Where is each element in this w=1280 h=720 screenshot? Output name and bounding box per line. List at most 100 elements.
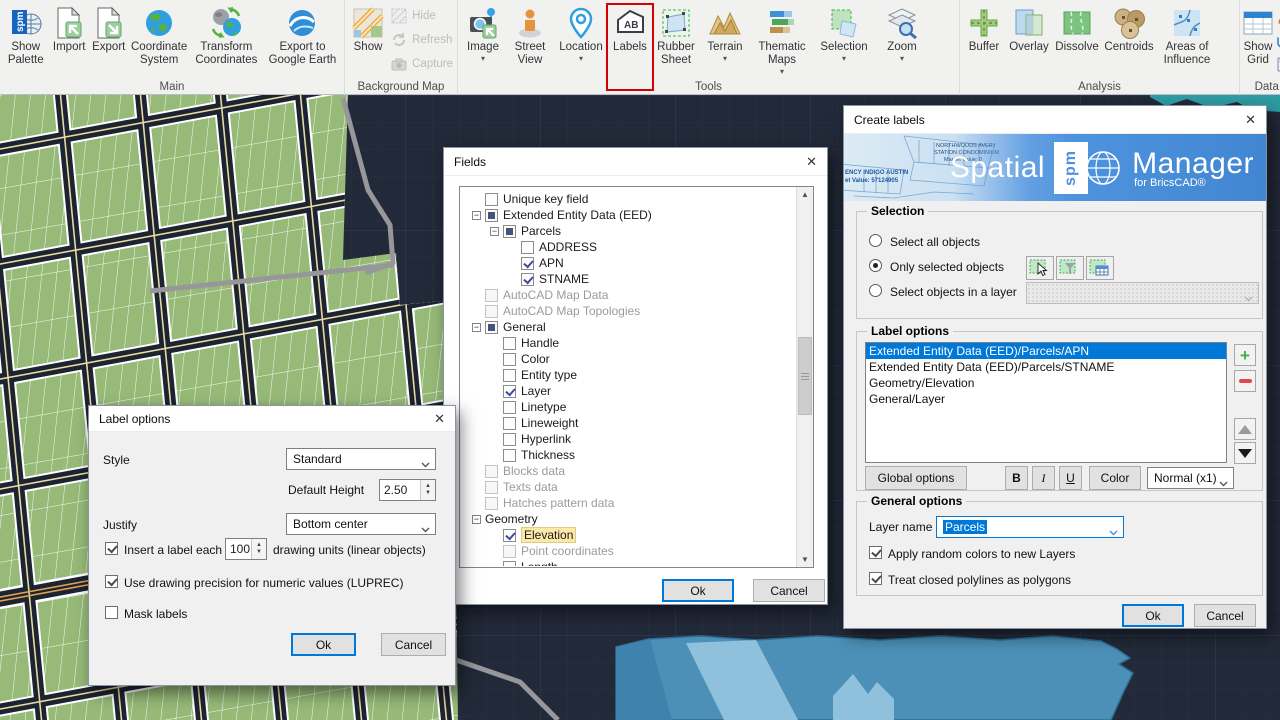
- refresh-background-button[interactable]: Refresh: [389, 28, 455, 52]
- export-google-earth-button[interactable]: Export to Google Earth: [263, 0, 342, 78]
- mask-labels-checkbox[interactable]: [105, 606, 118, 619]
- tree-checkbox[interactable]: [503, 401, 516, 414]
- tree-item[interactable]: Handle: [462, 335, 795, 351]
- close-icon[interactable]: ✕: [791, 154, 817, 170]
- move-down-button[interactable]: [1234, 442, 1256, 464]
- buffer-button[interactable]: Buffer: [962, 0, 1006, 78]
- cancel-button[interactable]: Cancel: [1194, 604, 1256, 627]
- random-colors-checkbox[interactable]: [869, 546, 882, 559]
- tree-item[interactable]: −Extended Entity Data (EED): [462, 207, 795, 223]
- coordinate-system-button[interactable]: Coordinate System: [129, 0, 190, 78]
- tree-item[interactable]: Thickness: [462, 447, 795, 463]
- tree-item[interactable]: Linetype: [462, 399, 795, 415]
- collapse-icon[interactable]: −: [472, 323, 481, 332]
- move-up-button[interactable]: [1234, 418, 1256, 440]
- tree-checkbox[interactable]: [503, 545, 516, 558]
- bold-button[interactable]: B: [1005, 466, 1028, 490]
- location-button[interactable]: Location ▾: [554, 0, 608, 78]
- tree-checkbox[interactable]: [521, 273, 534, 286]
- remove-label-button[interactable]: [1234, 370, 1256, 392]
- import-button[interactable]: Import: [49, 0, 89, 78]
- collapse-icon[interactable]: −: [472, 515, 481, 524]
- close-icon[interactable]: ✕: [419, 411, 445, 427]
- collapse-icon[interactable]: −: [490, 227, 499, 236]
- calculate-data-button[interactable]: C: [1274, 52, 1280, 76]
- filter-objects-button[interactable]: [1056, 256, 1084, 280]
- label-options-titlebar[interactable]: Label options ✕: [89, 406, 455, 432]
- default-height-input[interactable]: 2.50 ▲▼: [379, 479, 436, 501]
- transform-coordinates-button[interactable]: Transform Coordinates: [190, 0, 263, 78]
- terrain-button[interactable]: Terrain ▾: [700, 0, 750, 78]
- scroll-up-icon[interactable]: ▲: [797, 187, 813, 202]
- tree-checkbox[interactable]: [503, 417, 516, 430]
- insert-label-checkbox[interactable]: [105, 542, 118, 555]
- vertical-scrollbar[interactable]: ▲ ▼: [796, 187, 813, 567]
- thematic-maps-button[interactable]: Thematic Maps ▾: [750, 0, 814, 78]
- edit-data-button[interactable]: [1274, 4, 1280, 28]
- rubber-sheet-button[interactable]: Rubber Sheet: [652, 0, 700, 78]
- layer-name-input[interactable]: Parcels: [936, 516, 1124, 538]
- tree-checkbox[interactable]: [485, 481, 498, 494]
- export-button[interactable]: Export: [89, 0, 129, 78]
- tree-checkbox[interactable]: [503, 385, 516, 398]
- show-grid-button[interactable]: Show Grid: [1242, 0, 1274, 78]
- cancel-button[interactable]: Cancel: [753, 579, 825, 602]
- ok-button[interactable]: Ok: [291, 633, 356, 656]
- areas-of-influence-button[interactable]: Areas of Influence: [1156, 0, 1218, 78]
- text-scale-select[interactable]: Normal (x1): [1147, 467, 1234, 489]
- ok-button[interactable]: Ok: [662, 579, 734, 602]
- add-label-button[interactable]: +: [1234, 344, 1256, 366]
- ok-button[interactable]: Ok: [1122, 604, 1184, 627]
- closed-polylines-checkbox[interactable]: [869, 572, 882, 585]
- tree-checkbox[interactable]: [503, 433, 516, 446]
- dissolve-button[interactable]: Dissolve: [1052, 0, 1102, 78]
- label-field-item[interactable]: Extended Entity Data (EED)/Parcels/STNAM…: [866, 359, 1226, 375]
- tree-checkbox[interactable]: [503, 225, 516, 238]
- tree-item[interactable]: Blocks data: [462, 463, 795, 479]
- pick-objects-button[interactable]: [1026, 256, 1054, 280]
- tree-item[interactable]: Unique key field: [462, 191, 795, 207]
- hide-background-button[interactable]: Hide: [389, 4, 455, 28]
- label-field-item[interactable]: General/Layer: [866, 391, 1226, 407]
- create-labels-titlebar[interactable]: Create labels ✕: [844, 106, 1266, 134]
- justify-select[interactable]: Bottom center: [286, 513, 436, 535]
- tree-checkbox[interactable]: [485, 193, 498, 206]
- table-objects-button[interactable]: [1086, 256, 1114, 280]
- dropdown-icon[interactable]: ▾: [579, 54, 583, 63]
- select-layer-radio[interactable]: [869, 284, 882, 297]
- luprec-checkbox[interactable]: [105, 575, 118, 588]
- label-fields-listbox[interactable]: Extended Entity Data (EED)/Parcels/APNEx…: [865, 342, 1227, 463]
- show-background-button[interactable]: Show: [347, 0, 389, 78]
- dropdown-icon[interactable]: ▾: [780, 67, 784, 76]
- spinner-arrows-icon[interactable]: ▲▼: [251, 539, 266, 559]
- labels-button[interactable]: AB Labels: [608, 0, 652, 78]
- tree-checkbox[interactable]: [503, 449, 516, 462]
- global-options-button[interactable]: Global options: [865, 466, 967, 490]
- tree-item[interactable]: −Parcels: [462, 223, 795, 239]
- fields-dialog-titlebar[interactable]: Fields ✕: [444, 148, 827, 176]
- tree-checkbox[interactable]: [485, 465, 498, 478]
- tree-item[interactable]: AutoCAD Map Topologies: [462, 303, 795, 319]
- tree-checkbox[interactable]: [521, 257, 534, 270]
- underline-button[interactable]: U: [1059, 466, 1082, 490]
- show-palette-button[interactable]: spm Show Palette: [2, 0, 49, 78]
- close-icon[interactable]: ✕: [1230, 112, 1256, 128]
- select-all-radio[interactable]: [869, 234, 882, 247]
- tree-item[interactable]: Hyperlink: [462, 431, 795, 447]
- attach-data-button[interactable]: A: [1274, 28, 1280, 52]
- tree-item[interactable]: Layer: [462, 383, 795, 399]
- only-selected-radio[interactable]: [869, 259, 882, 272]
- color-button[interactable]: Color: [1089, 466, 1141, 490]
- collapse-icon[interactable]: −: [472, 211, 481, 220]
- tree-item[interactable]: STNAME: [462, 271, 795, 287]
- scroll-down-icon[interactable]: ▼: [797, 552, 813, 567]
- capture-background-button[interactable]: Capture: [389, 52, 455, 76]
- dropdown-icon[interactable]: ▾: [481, 54, 485, 63]
- scroll-thumb[interactable]: [798, 337, 812, 415]
- tree-item[interactable]: Lineweight: [462, 415, 795, 431]
- tree-item[interactable]: Elevation: [462, 527, 795, 543]
- tree-item[interactable]: ADDRESS: [462, 239, 795, 255]
- tree-item[interactable]: Texts data: [462, 479, 795, 495]
- tree-item[interactable]: Entity type: [462, 367, 795, 383]
- tree-checkbox[interactable]: [485, 497, 498, 510]
